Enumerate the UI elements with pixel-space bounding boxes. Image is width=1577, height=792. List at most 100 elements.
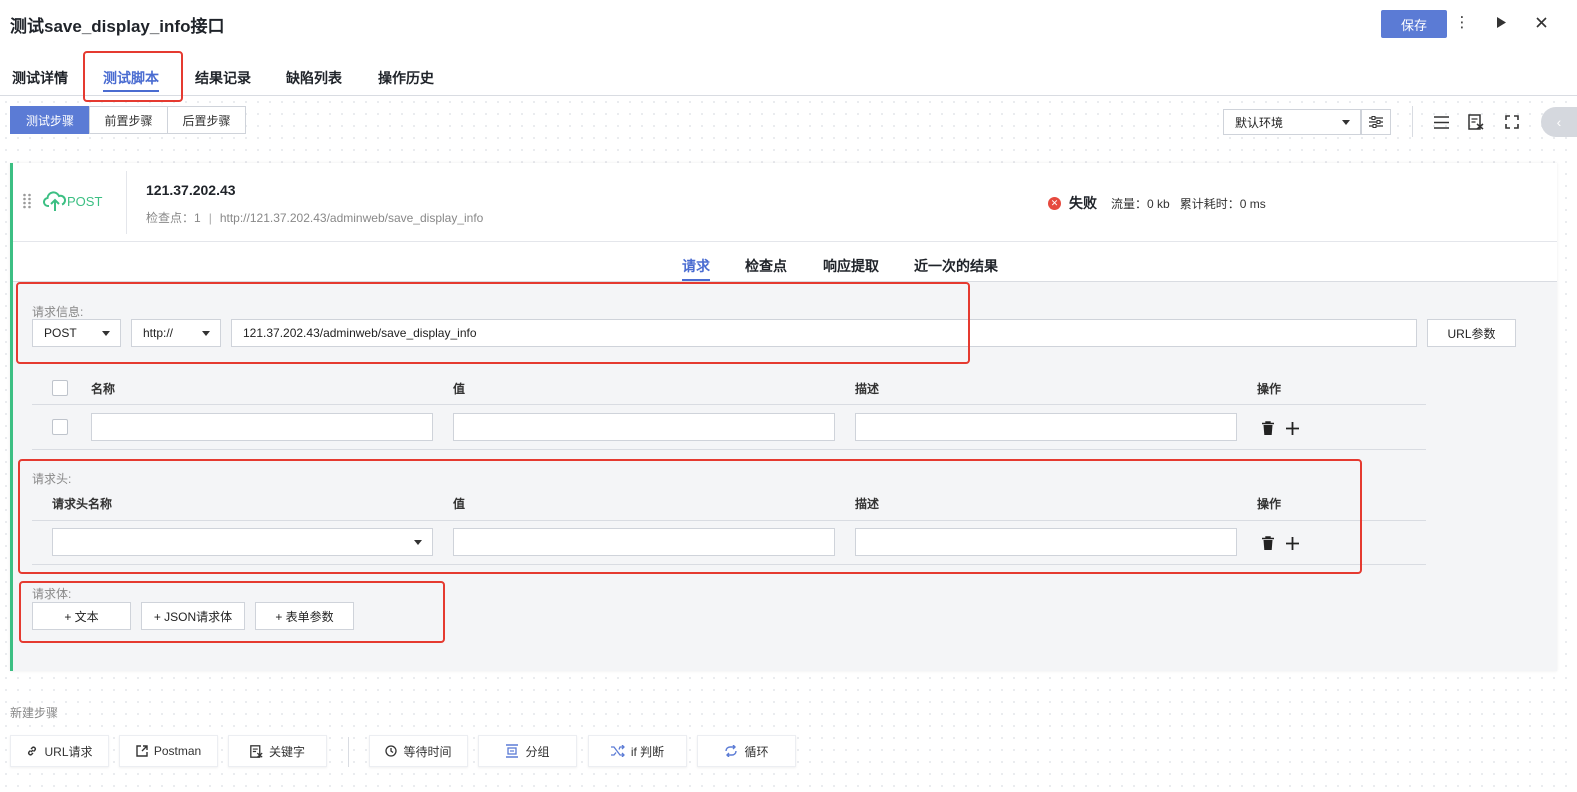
more-icon[interactable]: ⋮: [1452, 12, 1472, 32]
step-status: ✕ 失败 流量：0 kb 累计耗时：0 ms: [1048, 193, 1276, 213]
tab-test-script[interactable]: 测试脚本: [103, 68, 159, 88]
step-card: POST 121.37.202.43 检查点：1 | http://121.37…: [10, 163, 1557, 671]
tab-request[interactable]: 请求: [682, 256, 710, 276]
checkpoint-count: 1: [194, 211, 201, 225]
select-all-checkbox[interactable]: [52, 380, 68, 396]
collapse-panel-button[interactable]: ‹: [1541, 107, 1577, 137]
param-name-input[interactable]: [91, 413, 433, 441]
method-select[interactable]: POST: [32, 319, 121, 347]
close-icon[interactable]: [1531, 12, 1551, 32]
trash-icon[interactable]: [1260, 535, 1276, 551]
new-loop-label: 循环: [744, 744, 769, 759]
method-badge: POST: [43, 190, 102, 212]
run-icon[interactable]: [1491, 12, 1511, 32]
phase-post-steps[interactable]: 后置步骤: [167, 106, 246, 134]
import-icon: [136, 745, 148, 757]
tab-result-records[interactable]: 结果记录: [195, 68, 251, 88]
tab-response-extract[interactable]: 响应提取: [823, 256, 879, 276]
protocol-select[interactable]: http://: [131, 319, 221, 347]
url-input[interactable]: 121.37.202.43/adminweb/save_display_info: [231, 319, 1417, 347]
meta-divider: |: [208, 210, 212, 225]
method-label: POST: [67, 193, 103, 209]
chevron-down-icon: [102, 331, 110, 336]
new-url-request-label: URL请求: [44, 744, 93, 759]
param-description-input[interactable]: [855, 413, 1237, 441]
new-if-label: if 判断: [630, 744, 665, 759]
header-value-input[interactable]: [453, 528, 835, 556]
column-header-header-name: 请求头名称: [52, 497, 113, 511]
param-value-input[interactable]: [453, 413, 835, 441]
column-header-value: 值: [453, 497, 466, 511]
chevron-down-icon: [1342, 120, 1350, 125]
add-icon[interactable]: [1284, 535, 1300, 551]
tab-last-result[interactable]: 近一次的结果: [914, 256, 998, 276]
keyword-view-icon[interactable]: [1466, 112, 1486, 132]
column-header-value: 值: [453, 382, 466, 396]
environment-select[interactable]: 默认环境: [1223, 109, 1361, 135]
cloud-upload-icon: [43, 191, 66, 211]
new-postman-label: Postman: [153, 744, 202, 758]
chevron-down-icon: [414, 540, 422, 545]
new-group-label: 分组: [525, 744, 550, 759]
column-header-actions: 操作: [1257, 497, 1282, 511]
group-icon: [506, 744, 519, 758]
tab-checkpoints[interactable]: 检查点: [745, 256, 787, 276]
environment-select-value: 默认环境: [1235, 115, 1284, 130]
tab-defect-list[interactable]: 缺陷列表: [286, 68, 342, 88]
header-name-select[interactable]: [52, 528, 433, 556]
clock-icon: [385, 745, 398, 757]
list-view-icon[interactable]: [1431, 112, 1451, 132]
toolbar-divider: [1412, 106, 1413, 137]
request-headers-label: 请求头:: [32, 472, 72, 486]
elapsed-value: 0 ms: [1239, 196, 1266, 211]
column-header-name: 名称: [91, 382, 116, 396]
new-keyword-button[interactable]: 关键字: [228, 735, 327, 767]
fullscreen-icon[interactable]: [1502, 112, 1522, 132]
shuffle-icon: [610, 745, 625, 757]
environment-settings-icon[interactable]: [1361, 109, 1391, 135]
new-postman-button[interactable]: Postman: [119, 735, 218, 767]
step-url: http://121.37.202.43/adminweb/save_displ…: [219, 210, 484, 225]
save-button[interactable]: 保存: [1381, 10, 1447, 38]
add-form-params-button[interactable]: + 表单参数: [255, 602, 354, 630]
table-divider: [32, 520, 1426, 521]
add-json-body-button[interactable]: + JSON请求体: [141, 602, 245, 630]
new-keyword-label: 关键字: [268, 744, 305, 759]
link-icon: [28, 746, 37, 756]
main-tabs: 测试详情 测试脚本 结果记录 缺陷列表 操作历史: [0, 48, 1577, 96]
new-url-request-button[interactable]: URL请求: [10, 735, 109, 767]
protocol-select-value: http://: [143, 326, 174, 340]
new-loop-button[interactable]: 循环: [697, 735, 796, 767]
request-info-label: 请求信息:: [32, 305, 84, 319]
phase-test-steps[interactable]: 测试步骤: [10, 106, 90, 134]
request-body-label: 请求体:: [32, 587, 72, 601]
add-icon[interactable]: [1284, 420, 1300, 436]
column-header-actions: 操作: [1257, 382, 1282, 396]
step-host: 121.37.202.43: [146, 182, 236, 198]
new-wait-time-button[interactable]: 等待时间: [369, 735, 468, 767]
trash-icon[interactable]: [1260, 420, 1276, 436]
keyword-icon: [250, 744, 263, 758]
page-title: 测试save_display_info接口: [10, 17, 225, 36]
error-icon: ✕: [1048, 196, 1061, 210]
page-header: 测试save_display_info接口 保存 ⋮: [0, 0, 1577, 48]
request-sub-tabs: 请求 检查点 响应提取 近一次的结果: [13, 243, 1557, 282]
step-meta: 检查点：1 | http://121.37.202.43/adminweb/sa…: [146, 209, 483, 226]
loop-icon: [725, 745, 738, 757]
tab-test-details[interactable]: 测试详情: [12, 68, 68, 88]
request-panel: 请求信息: POST http:// 121.37.202.43/adminwe…: [13, 282, 1557, 671]
add-text-body-button[interactable]: + 文本: [32, 602, 131, 630]
new-if-button[interactable]: if 判断: [588, 735, 687, 767]
tab-operation-history[interactable]: 操作历史: [378, 68, 434, 88]
drag-handle-icon[interactable]: [23, 193, 31, 212]
active-tab-indicator: [103, 90, 159, 92]
elapsed-label: 累计耗时：: [1179, 196, 1240, 211]
phase-pre-steps[interactable]: 前置步骤: [89, 106, 168, 134]
header-description-input[interactable]: [855, 528, 1237, 556]
step-card-header[interactable]: POST 121.37.202.43 检查点：1 | http://121.37…: [13, 163, 1557, 242]
active-sub-tab-indicator: [682, 279, 710, 281]
url-params-button[interactable]: URL参数: [1427, 319, 1516, 347]
row-checkbox[interactable]: [52, 419, 68, 435]
new-group-button[interactable]: 分组: [478, 735, 577, 767]
table-divider: [32, 404, 1426, 405]
